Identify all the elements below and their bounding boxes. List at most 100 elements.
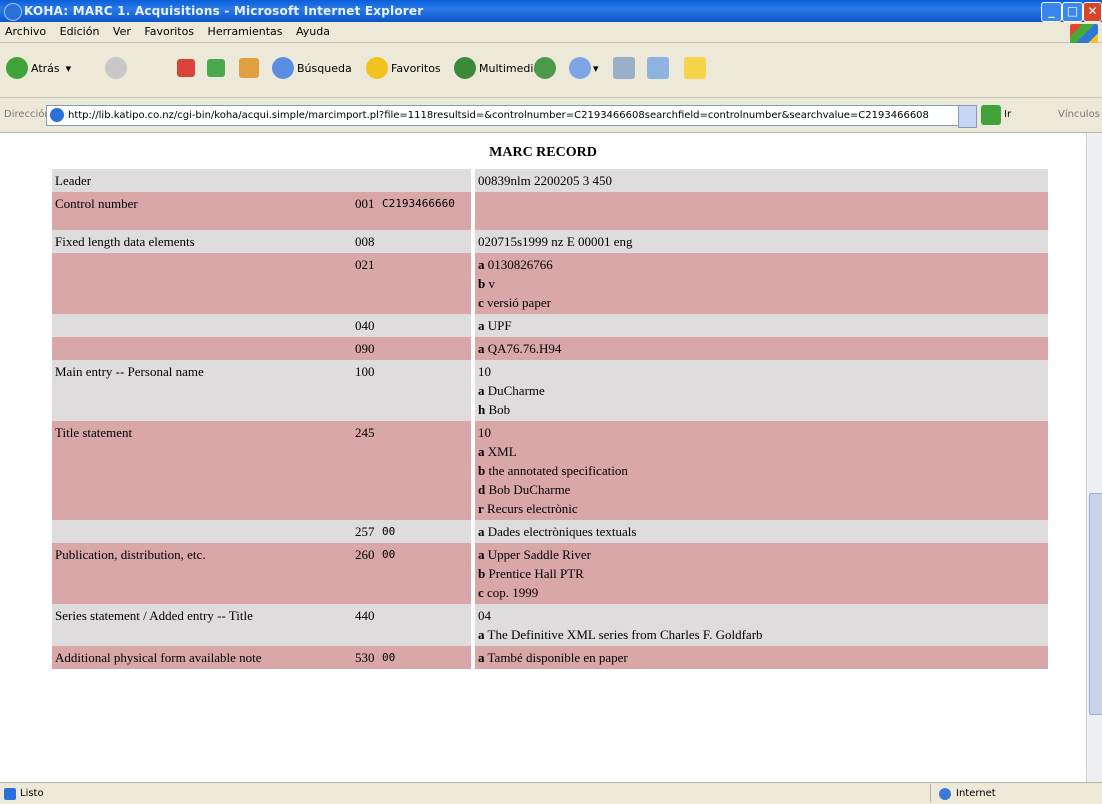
marc-table: Leader 00839nlm 2200205 3 450 Control numb…: [52, 169, 1048, 669]
field-subfields: 00839nlm 2200205 3 450: [471, 169, 1048, 192]
close-button[interactable]: ✕: [1083, 2, 1102, 22]
print-button[interactable]: [613, 55, 635, 81]
page-content: MARC RECORD Leader 00839nlm 2200205 3 450…: [0, 133, 1086, 782]
subfield-value: 00839nlm 2200205 3 450: [478, 173, 612, 188]
stop-button[interactable]: [177, 55, 195, 81]
links-button[interactable]: Vínculos: [1058, 109, 1100, 120]
subfield-line: a The Definitive XML series from Charles…: [478, 625, 1045, 644]
discuss-button[interactable]: [684, 55, 706, 81]
menu-edicion[interactable]: Edición: [55, 22, 105, 41]
scrollbar-thumb[interactable]: [1089, 493, 1102, 715]
subfield-code: b: [478, 566, 486, 581]
maximize-button[interactable]: □: [1062, 2, 1083, 22]
field-indicators: 00: [381, 646, 473, 669]
menu-herramientas[interactable]: Herramientas: [203, 22, 288, 41]
subfield-line: a QA76.76.H94: [478, 339, 1045, 358]
field-label: [52, 520, 352, 543]
field-subfields: a Dades electròniques textuals: [471, 520, 1048, 543]
field-indicators: 00: [381, 543, 473, 604]
address-dropdown-button[interactable]: [958, 105, 977, 128]
menu-favoritos[interactable]: Favoritos: [139, 22, 199, 41]
subfield-line: h Bob: [478, 400, 1045, 419]
page-icon: [50, 108, 64, 122]
subfield-code: d: [478, 482, 486, 497]
field-tag: 530: [352, 646, 381, 669]
search-icon: [272, 57, 294, 79]
field-indicators: [381, 360, 473, 421]
field-indicators: [381, 314, 473, 337]
subfield-code: c: [478, 295, 484, 310]
field-label: Additional physical form available note: [52, 646, 352, 669]
subfield-line: a Upper Saddle River: [478, 545, 1045, 564]
subfield-line: a DuCharme: [478, 381, 1045, 400]
subfield-code: r: [478, 501, 484, 516]
field-indicators: [381, 604, 473, 646]
subfield-code: a: [478, 257, 485, 272]
subfield-line: r Recurs electrònic: [478, 499, 1045, 518]
subfield-code: a: [478, 547, 485, 562]
go-button[interactable]: Ir: [1004, 109, 1011, 120]
table-row: Fixed length data elements 008 020715s1999…: [52, 230, 1048, 253]
subfield-value: QA76.76.H94: [487, 341, 562, 356]
subfield-code: a: [478, 524, 485, 539]
toolbar: Atrás ▾ Búsqueda Favoritos Multimedia ▾: [0, 43, 1102, 98]
field-tag: 001: [352, 192, 381, 230]
subfield-code: a: [478, 444, 485, 459]
field-indicators: [381, 230, 473, 253]
search-button[interactable]: Búsqueda: [272, 55, 352, 81]
field-tag: 257: [352, 520, 381, 543]
field-tag: [352, 169, 381, 192]
subfield-line: 04: [478, 606, 1045, 625]
field-label: [52, 253, 352, 314]
refresh-button[interactable]: [207, 55, 225, 81]
subfield-value: 04: [478, 608, 491, 623]
subfield-line: a 0130826766: [478, 255, 1045, 274]
field-label: [52, 337, 352, 360]
field-label: Fixed length data elements: [52, 230, 352, 253]
minimize-button[interactable]: _: [1041, 2, 1062, 22]
address-input[interactable]: http://lib.katipo.co.nz/cgi-bin/koha/acq…: [46, 105, 960, 126]
refresh-icon: [207, 59, 225, 77]
forward-arrow-icon: [105, 57, 127, 79]
subfield-line: a També disponible en paper: [478, 648, 1045, 667]
home-button[interactable]: [239, 55, 259, 81]
field-indicators: [381, 169, 473, 192]
menu-archivo[interactable]: Archivo: [0, 22, 51, 41]
subfield-value: cop. 1999: [487, 585, 539, 600]
star-icon: [366, 57, 388, 79]
field-subfields: a UPF: [471, 314, 1048, 337]
field-label: Publication, distribution, etc.: [52, 543, 352, 604]
subfield-value: Dades electròniques textuals: [487, 524, 637, 539]
table-row: Title statement 245 10 a XML b the annotated…: [52, 421, 1048, 520]
table-row: 040 a UPF: [52, 314, 1048, 337]
field-indicators: C2193466660: [381, 192, 473, 230]
table-row: Series statement / Added entry -- Title 4…: [52, 604, 1048, 646]
field-indicators: [381, 253, 473, 314]
go-arrow-icon[interactable]: [981, 105, 1001, 125]
field-subfields: 10 a XML b the annotated specification d Bo…: [471, 421, 1048, 520]
media-button[interactable]: Multimedia: [454, 55, 540, 81]
history-button[interactable]: [534, 55, 556, 81]
field-tag: 245: [352, 421, 381, 520]
subfield-value: Prentice Hall PTR: [488, 566, 584, 581]
table-row: Main entry -- Personal name 100 10 a DuChar…: [52, 360, 1048, 421]
back-button[interactable]: Atrás ▾: [6, 55, 71, 81]
chevron-down-icon: ▾: [65, 61, 72, 75]
field-indicators: 00: [381, 520, 473, 543]
field-tag: 440: [352, 604, 381, 646]
table-row: 021 a 0130826766 b vc versió paper: [52, 253, 1048, 314]
subfield-line: 10: [478, 362, 1045, 381]
menu-ver[interactable]: Ver: [108, 22, 136, 41]
mail-button[interactable]: ▾: [569, 55, 599, 81]
forward-button[interactable]: [105, 55, 127, 81]
subfield-value: Bob DuCharme: [488, 482, 571, 497]
subfield-code: b: [478, 463, 486, 478]
vertical-scrollbar[interactable]: [1086, 133, 1102, 782]
subfield-value: 020715s1999 nz E 00001 eng: [478, 234, 633, 249]
edit-button[interactable]: [647, 55, 669, 81]
menu-ayuda[interactable]: Ayuda: [291, 22, 335, 41]
field-subfields: a 0130826766 b vc versió paper: [471, 253, 1048, 314]
subfield-code: a: [478, 627, 485, 642]
favorites-button[interactable]: Favoritos: [366, 55, 441, 81]
subfield-value: 0130826766: [487, 257, 553, 272]
